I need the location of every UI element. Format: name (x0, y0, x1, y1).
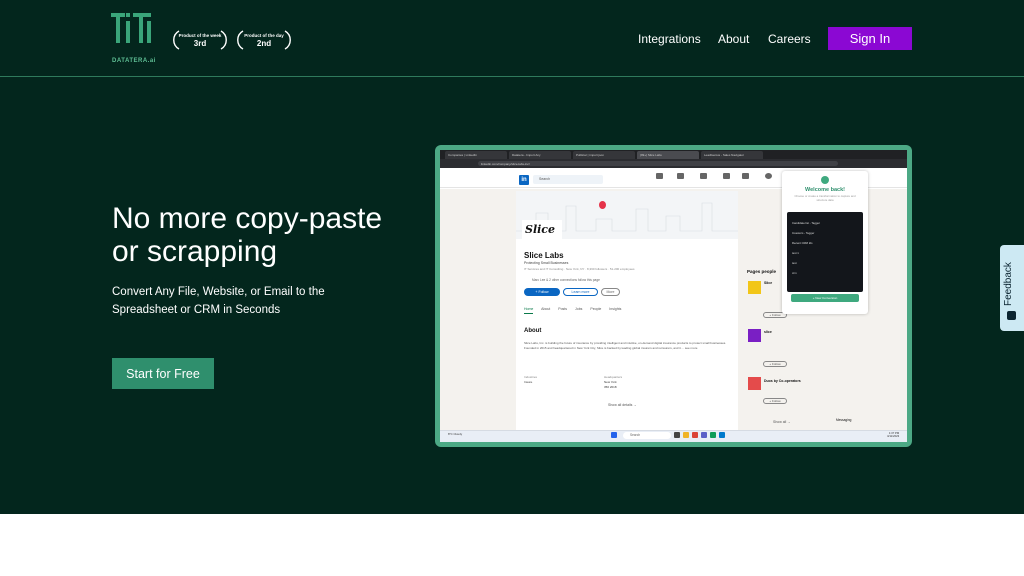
vscode-icon (719, 432, 725, 438)
company-tabs: Home About Posts Jobs People Insights (524, 307, 628, 314)
page-follow-button: + Follow (763, 398, 787, 404)
pages-people-title: Pages people (747, 269, 777, 274)
popup-title: Welcome back! (805, 187, 845, 193)
tab-about: About (541, 307, 551, 311)
page-follow-button: + Follow (763, 361, 787, 367)
jobs-icon (700, 173, 707, 179)
show-all-details: Show all details → (608, 403, 637, 407)
notifications-icon (742, 173, 749, 179)
explorer-icon (683, 432, 689, 438)
company-name: Slice Labs (524, 251, 564, 260)
browser-tab: LeadGenius - Sales Navigator (701, 151, 763, 159)
tab-home: Home (524, 307, 534, 314)
about-heading: About (524, 328, 542, 334)
product-of-day-badge[interactable]: Product of the day 2nd (235, 28, 293, 52)
more-button: More (601, 288, 620, 296)
browser-tab: (99+) Slice Labs (637, 151, 699, 159)
clock-date: 4/11/2023 (887, 434, 900, 439)
taskbar-clock: 1:37 PM 4/11/2023 (887, 431, 900, 439)
datatera-popup-icon (821, 176, 829, 184)
follow-button: + Follow (524, 288, 560, 296)
feedback-icon[interactable] (1007, 311, 1016, 320)
avatar (765, 173, 772, 179)
popup-item: crm (792, 271, 797, 275)
chrome-icon (692, 432, 698, 438)
app-icon (710, 432, 716, 438)
hero-subheading: Convert Any File, Website, or Email to t… (112, 286, 325, 316)
detail-value: 350 2018 (604, 385, 617, 389)
laurel-right-icon (284, 30, 291, 50)
popup-item: Recent CRM Ids (792, 241, 813, 245)
connections-text: Marc Lee & 2 other connections follow th… (532, 278, 600, 282)
browser-tabbar: Companies | LinkedIn Datatera - Import A… (440, 150, 907, 159)
taskview-icon (674, 432, 680, 438)
linkedin-search: Search (533, 175, 603, 184)
windows-start-icon (611, 432, 617, 438)
learn-more-button: Learn more (563, 288, 598, 296)
page-name: slice (764, 330, 772, 334)
teams-icon (701, 432, 707, 438)
browser-addressbar: linkedin.com/company/slice-labs-inc/ (440, 159, 907, 168)
slice-page-logo (748, 281, 761, 294)
hero-heading: No more copy-paste or scrapping (112, 202, 383, 268)
detail-value: Insure (524, 380, 533, 384)
nav-integrations[interactable]: Integrations (638, 32, 701, 46)
duos-page-logo (748, 377, 761, 390)
taskbar-search: Search (623, 432, 671, 439)
home-icon (656, 173, 663, 179)
popup-item: test (792, 261, 797, 265)
balloon-icon (599, 201, 606, 209)
page-name: Duos by Co-operators (764, 379, 801, 383)
site-header: DATATERA.ai Product of the week 3rd Prod… (0, 0, 1024, 77)
company-tagline: Protecting Small Businesses (524, 261, 569, 265)
linkedin-logo-icon: in (519, 175, 529, 185)
popup-item: test 1 (792, 251, 799, 255)
nav-careers[interactable]: Careers (768, 32, 811, 46)
slice-logo: Slice (522, 220, 562, 244)
popup-new-conversion-button: + New Conversion (791, 294, 859, 302)
tab-posts: Posts (558, 307, 568, 311)
nav-about[interactable]: About (718, 32, 749, 46)
messaging-label: Messaging (836, 418, 852, 422)
logo-text: DATATERA.ai (112, 58, 156, 64)
messaging-icon (723, 173, 730, 179)
laurel-right-icon (220, 30, 227, 50)
feedback-label[interactable]: Feedback (1003, 258, 1021, 310)
network-icon (677, 173, 684, 179)
popup-subtitle: Choose or create a transformation to cap… (794, 194, 856, 202)
detail-label: Headquarters (604, 375, 623, 379)
product-of-week-badge[interactable]: Product of the week 3rd (171, 28, 229, 52)
browser-tab: Datatera - Import Any (509, 151, 571, 159)
tab-people: People (590, 307, 602, 311)
start-for-free-button[interactable]: Start for Free (112, 358, 214, 389)
pages-show-all: Show all → (773, 420, 791, 424)
about-text: Slice Labs, Inc. is building the future … (524, 341, 727, 350)
detail-value: New York (604, 380, 617, 384)
popup-item: Investors - Tagger (792, 231, 815, 235)
detail-label: Industries (524, 375, 538, 379)
page-name: Slice (764, 281, 773, 285)
tab-jobs: Jobs (575, 307, 583, 311)
product-screenshot: Companies | LinkedIn Datatera - Import A… (440, 150, 907, 442)
tab-insights: Insights (609, 307, 622, 311)
slice-page-logo (748, 329, 761, 342)
sign-in-button[interactable]: Sign In (828, 27, 912, 50)
browser-tab: Publicar | import json (573, 151, 635, 159)
popup-item: Candidate list - Tagger (792, 221, 820, 225)
weather-text: 8°C Cloudy (448, 432, 463, 436)
browser-tab: Companies | LinkedIn (445, 151, 507, 159)
address-field: linkedin.com/company/slice-labs-inc/ (478, 161, 838, 166)
company-meta: IT Services and IT Consulting · New York… (524, 267, 635, 271)
